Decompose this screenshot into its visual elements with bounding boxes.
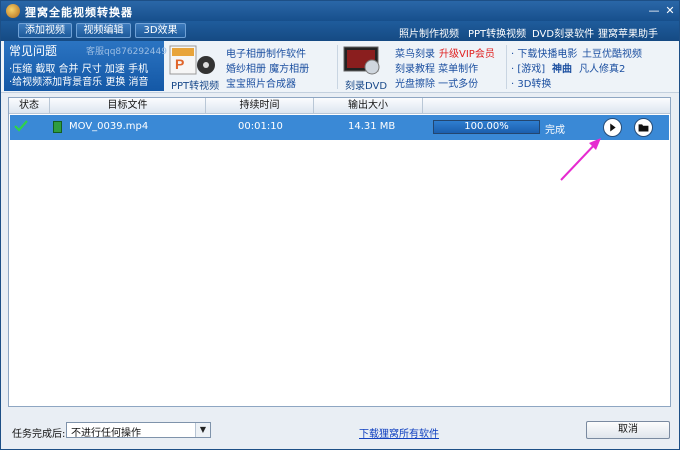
dvd-burn-label[interactable]: 刻录DVD <box>345 77 387 92</box>
progress-text: 100.00% <box>464 121 509 132</box>
column-header-duration[interactable]: 持续时间 <box>206 98 314 114</box>
output-size-value: 14.31 MB <box>348 121 396 132</box>
faq-links-line2[interactable]: ·给视频添加背景音乐 更换 消音 <box>9 73 149 88</box>
promo-banner: 常见问题 客服qq876292449 ·压缩 截取 合并 尺寸 加速 手机 ·给… <box>1 41 679 93</box>
after-task-value: 不进行任何操作 <box>71 428 141 439</box>
add-video-button[interactable]: 添加视频 <box>18 23 72 38</box>
wedding-album-link[interactable]: 婚纱相册 魔方相册 <box>226 60 309 75</box>
status-text: 完成 <box>545 125 565 136</box>
play-button[interactable] <box>603 118 622 137</box>
shenqu-link[interactable]: 神曲 <box>552 60 572 75</box>
vip-upgrade-link[interactable]: 升级VIP会员 <box>439 45 495 60</box>
close-button[interactable]: ✕ <box>662 3 678 19</box>
ppt-video-link[interactable]: PPT转换视频 <box>468 25 526 40</box>
column-header-file[interactable]: 目标文件 <box>50 98 206 114</box>
video-edit-button[interactable]: 视频编辑 <box>76 23 131 38</box>
album-software-link[interactable]: 电子相册制作软件 <box>226 45 306 60</box>
duration-value: 00:01:10 <box>238 121 283 132</box>
photo-video-link[interactable]: 照片制作视频 <box>399 25 459 40</box>
app-logo-icon <box>6 4 20 18</box>
3d-convert-link[interactable]: · 3D转换 <box>511 75 551 90</box>
ppt-video-label[interactable]: PPT转视频 <box>171 77 219 92</box>
open-folder-button[interactable] <box>634 118 653 137</box>
chevron-down-icon[interactable]: ▼ <box>195 423 210 437</box>
dvd-burn-icon[interactable] <box>342 45 384 75</box>
title-bar: 狸窝全能视频转换器 — ✕ <box>1 1 679 21</box>
dvd-burn-link[interactable]: DVD刻录软件 <box>532 25 594 40</box>
after-task-label: 任务完成后: <box>12 429 66 440</box>
tudou-youku-link[interactable]: 土豆优酷视频 <box>582 45 642 60</box>
support-qq: 客服qq876292449 <box>86 47 167 57</box>
apple-helper-link[interactable]: 狸窝苹果助手 <box>598 25 658 40</box>
ppt-video-icon[interactable]: P <box>169 45 217 75</box>
column-header-size[interactable]: 输出大小 <box>314 98 423 114</box>
burn-tutorial-link[interactable]: 刻录教程 菜单制作 <box>395 60 478 75</box>
faq-panel: 常见问题 客服qq876292449 ·压缩 截取 合并 尺寸 加速 手机 ·给… <box>4 41 167 91</box>
task-table: 状态 目标文件 持续时间 输出大小 MOV_0039.mp4 00:01:10 … <box>8 97 671 407</box>
download-movie-link[interactable]: · 下载快播电影 <box>511 45 577 60</box>
table-row[interactable]: MOV_0039.mp4 00:01:10 14.31 MB 100.00% 完… <box>10 115 669 140</box>
after-task-select[interactable]: 不进行任何操作 ▼ <box>66 422 211 439</box>
game-link[interactable]: · [游戏] <box>511 60 545 75</box>
video-file-icon <box>53 121 62 133</box>
banner-divider <box>506 45 507 89</box>
check-icon <box>14 120 28 132</box>
minimize-button[interactable]: — <box>646 3 662 19</box>
svg-text:P: P <box>175 56 184 72</box>
disc-erase-link[interactable]: 光盘擦除 一式多份 <box>395 75 478 90</box>
cancel-button[interactable]: 取消 <box>586 421 670 439</box>
fanren-link[interactable]: 凡人修真2 <box>579 60 625 75</box>
banner-divider <box>337 45 338 89</box>
faq-title[interactable]: 常见问题 <box>9 42 57 59</box>
app-window: 狸窝全能视频转换器 — ✕ 添加视频 视频编辑 3D效果 照片制作视频 PPT转… <box>0 0 680 450</box>
burn-beginner-link[interactable]: 菜鸟刻录 <box>395 45 435 60</box>
3d-effect-button[interactable]: 3D效果 <box>135 23 186 38</box>
file-name: MOV_0039.mp4 <box>69 121 149 132</box>
toolbar: 添加视频 视频编辑 3D效果 照片制作视频 PPT转换视频 DVD刻录软件 狸窝… <box>1 21 679 41</box>
column-header-status[interactable]: 状态 <box>9 98 50 114</box>
baby-photo-link[interactable]: 宝宝照片合成器 <box>226 75 296 90</box>
progress-bar: 100.00% <box>433 120 540 134</box>
download-all-link[interactable]: 下载狸窝所有软件 <box>359 425 439 440</box>
table-header: 状态 目标文件 持续时间 输出大小 <box>9 98 670 114</box>
window-title: 狸窝全能视频转换器 <box>25 6 133 19</box>
